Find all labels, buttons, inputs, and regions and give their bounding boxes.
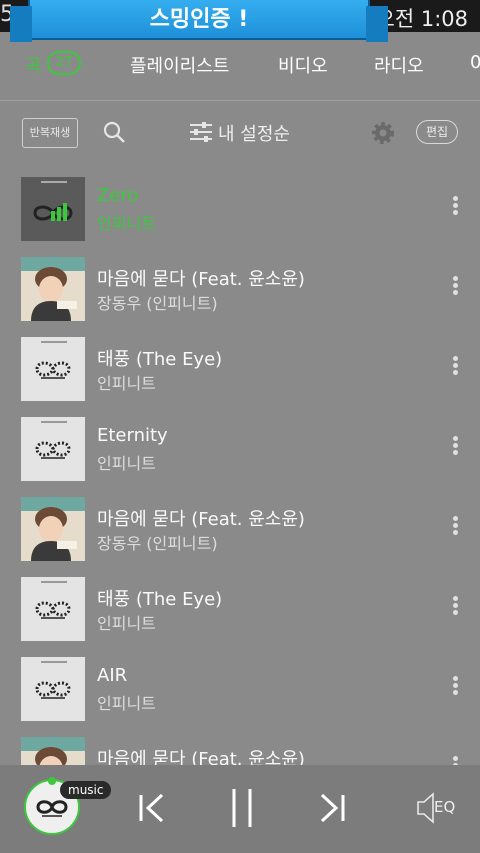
song-title: 태풍 (The Eye) xyxy=(97,349,223,370)
song-title: AIR xyxy=(97,665,128,686)
song-row[interactable]: Zero 인피니트 xyxy=(0,170,480,250)
song-row[interactable]: 태풍 (The Eye) 인피니트 xyxy=(0,570,480,650)
edit-button[interactable]: 편집 xyxy=(416,120,458,144)
album-art xyxy=(21,657,85,721)
album-art xyxy=(21,577,85,641)
more-options-icon[interactable] xyxy=(448,674,462,704)
song-artist: 인피니트 xyxy=(97,454,156,473)
song-title: 마음에 묻다 (Feat. 윤소윤) xyxy=(97,509,305,530)
song-row[interactable]: 태풍 (The Eye) 인피니트 xyxy=(0,330,480,410)
sort-settings-icon[interactable] xyxy=(190,122,212,142)
song-row[interactable]: AIR 인피니트 xyxy=(0,650,480,730)
tab-next-partial[interactable]: 0 xyxy=(470,52,480,73)
album-art xyxy=(21,337,85,401)
song-artist: 인피니트 xyxy=(97,694,156,713)
song-row[interactable]: Eternity 인피니트 xyxy=(0,410,480,490)
song-count-badge: 27 xyxy=(47,51,81,75)
equalizer-button[interactable]: EQ xyxy=(414,791,460,825)
more-options-icon[interactable] xyxy=(448,274,462,304)
song-artist: 인피니트 xyxy=(97,374,156,393)
tab-songs[interactable]: 곡 xyxy=(25,52,42,78)
tab-divider xyxy=(0,100,480,101)
sort-label[interactable]: 내 설정순 xyxy=(218,120,290,146)
song-title: Zero xyxy=(97,185,139,206)
album-art xyxy=(21,417,85,481)
repeat-button[interactable]: 반복재생 xyxy=(22,118,78,148)
mini-player: music EQ xyxy=(0,765,480,853)
tab-playlists[interactable]: 플레이리스트 xyxy=(130,52,229,78)
search-icon[interactable] xyxy=(102,120,126,144)
song-artist: 장동우 (인피니트) xyxy=(97,534,218,553)
previous-icon[interactable] xyxy=(136,791,170,825)
more-options-icon[interactable] xyxy=(448,434,462,464)
song-title: 태풍 (The Eye) xyxy=(97,589,223,610)
song-artist: 인피니트 xyxy=(97,214,156,233)
playing-indicator xyxy=(48,777,56,785)
pause-icon[interactable] xyxy=(228,787,256,829)
album-art xyxy=(21,177,85,241)
song-artist: 장동우 (인피니트) xyxy=(97,294,218,313)
list-toolbar: 반복재생 내 설정순 편집 xyxy=(0,108,480,158)
song-row[interactable]: 마음에 묻다 (Feat. 윤소윤) 장동우 (인피니트) xyxy=(0,490,480,570)
more-options-icon[interactable] xyxy=(448,194,462,224)
gear-icon[interactable] xyxy=(370,120,396,146)
tab-video[interactable]: 비디오 xyxy=(278,52,328,78)
next-icon[interactable] xyxy=(314,791,348,825)
song-title: Eternity xyxy=(97,425,168,446)
song-title: 마음에 묻다 (Feat. 윤소윤) xyxy=(97,269,305,290)
album-art xyxy=(21,497,85,561)
tab-radio[interactable]: 라디오 xyxy=(374,52,424,78)
banner-text: 스밍인증 ! xyxy=(149,7,249,32)
song-artist: 인피니트 xyxy=(97,614,156,633)
song-list: Zero 인피니트 마음에 묻다 (Feat. 윤소윤) 장동우 (인피니트) … xyxy=(0,170,480,810)
status-clock: 오전 1:08 xyxy=(375,7,468,31)
album-art xyxy=(21,257,85,321)
speaker-icon xyxy=(417,792,434,824)
more-options-icon[interactable] xyxy=(448,594,462,624)
more-options-icon[interactable] xyxy=(448,354,462,384)
music-badge: music xyxy=(60,781,112,799)
song-row[interactable]: 마음에 묻다 (Feat. 윤소윤) 장동우 (인피니트) xyxy=(0,250,480,330)
eq-label: EQ xyxy=(434,798,456,816)
more-options-icon[interactable] xyxy=(448,514,462,544)
streaming-banner: 스밍인증 ! xyxy=(10,0,388,42)
